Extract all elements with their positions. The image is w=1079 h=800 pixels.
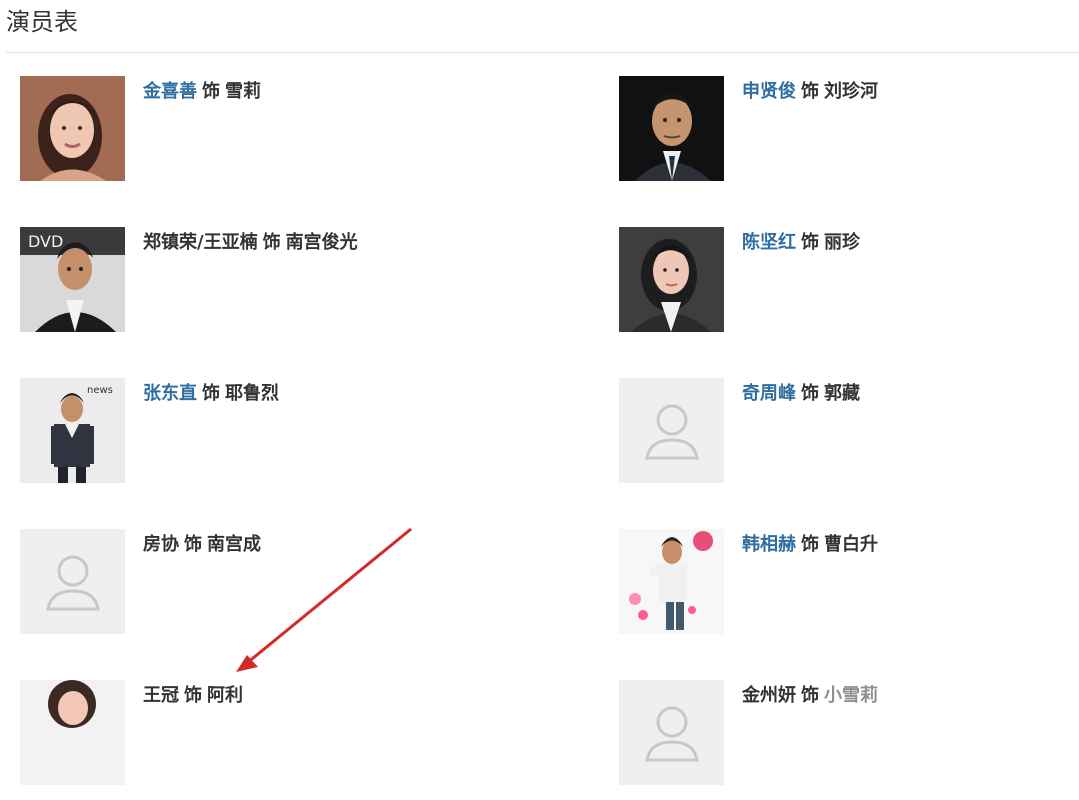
as-label: 饰	[184, 685, 202, 706]
portrait-woman-icon	[20, 76, 125, 181]
actor-name-link[interactable]: 陈坚红	[742, 232, 796, 253]
actor-photo[interactable]	[619, 529, 724, 634]
actor-name: 王冠	[143, 685, 179, 706]
actor-photo[interactable]: DVD	[20, 227, 125, 332]
role-name: 曹白升	[824, 534, 878, 555]
portrait-woman-cropped-icon	[20, 680, 125, 785]
portrait-man-suit-icon	[619, 76, 724, 181]
cast-caption: 韩相赫饰曹白升	[742, 533, 878, 557]
role-name: 耶鲁烈	[225, 383, 279, 404]
text-overlay-blur	[820, 680, 940, 712]
user-placeholder-icon	[619, 378, 724, 483]
portrait-man-standing-icon: news	[20, 378, 125, 483]
actor-name-link[interactable]: 韩相赫	[742, 534, 796, 555]
cast-caption: 房协饰南宫成	[143, 533, 261, 557]
cast-caption: 王冠饰阿利	[143, 684, 243, 708]
actor-photo[interactable]	[20, 76, 125, 181]
cast-item: 王冠饰阿利	[20, 680, 480, 800]
cast-caption: 张东直饰耶鲁烈	[143, 382, 279, 406]
actor-name: 房协	[143, 534, 179, 555]
as-label: 饰	[801, 685, 819, 706]
actor-photo[interactable]	[20, 529, 125, 634]
as-label: 饰	[202, 383, 220, 404]
role-name: 南宫俊光	[285, 232, 358, 253]
cast-item: news 张东直饰耶鲁烈	[20, 378, 480, 498]
actor-photo[interactable]	[619, 378, 724, 483]
cast-caption: 陈坚红饰丽珍	[742, 231, 860, 255]
cast-list: 金喜善饰雪莉 申贤俊饰刘珍河 DVD 郑镇荣/王亚楠 饰 南宫俊光 陈坚红 饰 …	[0, 0, 1079, 785]
as-label: 饰	[801, 81, 819, 102]
actor-photo[interactable]: news	[20, 378, 125, 483]
svg-text:news: news	[87, 385, 113, 396]
portrait-woman-suit-icon	[619, 227, 724, 332]
role-name: 郭藏	[824, 383, 860, 404]
as-label: 饰	[262, 232, 281, 253]
cast-caption: 申贤俊饰刘珍河	[742, 80, 878, 104]
cast-item: 陈坚红饰丽珍	[619, 227, 1079, 347]
cast-item: 金喜善饰雪莉	[20, 76, 480, 196]
actor-name-link[interactable]: 张东直	[143, 383, 197, 404]
actor-photo[interactable]	[619, 76, 724, 181]
actor-name: 郑镇荣/王亚楠	[143, 232, 258, 253]
role-name: 雪莉	[225, 81, 261, 102]
cast-caption: 郑镇荣/王亚楠饰南宫俊光	[143, 231, 358, 255]
role-name: 南宫成	[207, 534, 261, 555]
as-label: 饰	[801, 232, 819, 253]
role-name: 丽珍	[824, 232, 860, 253]
as-label: 饰	[202, 81, 220, 102]
cast-caption: 奇周峰饰郭藏	[742, 382, 860, 406]
actor-photo[interactable]	[619, 680, 724, 785]
actor-photo[interactable]	[619, 227, 724, 332]
actor-name-link[interactable]: 奇周峰	[742, 383, 796, 404]
cast-item: 房协饰南宫成	[20, 529, 480, 649]
cast-item: 奇周峰饰郭藏	[619, 378, 1079, 498]
role-name: 阿利	[207, 685, 243, 706]
actor-name-link[interactable]: 金喜善	[143, 81, 197, 102]
actor-name-link[interactable]: 申贤俊	[742, 81, 796, 102]
cast-item: DVD 郑镇荣/王亚楠饰南宫俊光	[20, 227, 480, 347]
as-label: 饰	[801, 383, 819, 404]
user-placeholder-icon	[20, 529, 125, 634]
role-name: 刘珍河	[824, 81, 878, 102]
portrait-man-event-icon: DVD	[20, 227, 125, 332]
user-placeholder-icon	[619, 680, 724, 785]
svg-text:DVD: DVD	[28, 232, 63, 251]
actor-photo[interactable]	[20, 680, 125, 785]
cast-caption: 金喜善饰雪莉	[143, 80, 261, 104]
as-label: 饰	[184, 534, 202, 555]
cast-item: 申贤俊饰刘珍河	[619, 76, 1079, 196]
cast-item: 韩相赫饰曹白升	[619, 529, 1079, 649]
actor-name: 金州妍	[742, 685, 796, 706]
as-label: 饰	[801, 534, 819, 555]
portrait-man-poster-icon	[619, 529, 724, 634]
